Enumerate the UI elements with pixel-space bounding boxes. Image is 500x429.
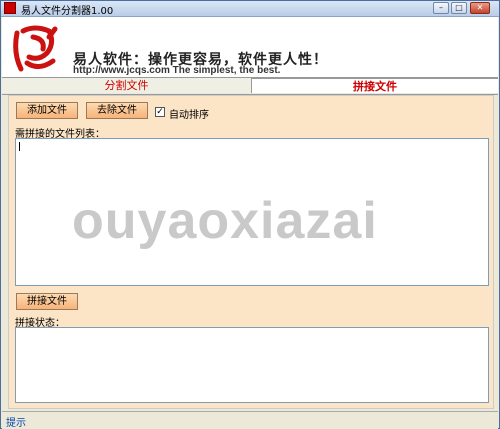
status-hint: 提示 bbox=[6, 418, 26, 429]
company-logo-icon bbox=[9, 23, 59, 73]
join-status-box[interactable] bbox=[15, 327, 489, 403]
maximize-button[interactable]: □ bbox=[451, 2, 467, 14]
tab-split[interactable]: 分割文件 bbox=[2, 78, 252, 93]
autosort-label: 自动排序 bbox=[169, 110, 209, 121]
join-file-button[interactable]: 拼接文件 bbox=[16, 293, 78, 310]
app-icon bbox=[4, 2, 16, 14]
autosort-checkbox[interactable]: ✓ bbox=[155, 107, 165, 117]
text-caret bbox=[19, 142, 20, 151]
remove-file-button[interactable]: 去除文件 bbox=[86, 102, 148, 119]
title-bar[interactable]: 易人文件分割器1.00 – □ ✕ bbox=[1, 1, 499, 17]
add-file-button[interactable]: 添加文件 bbox=[16, 102, 78, 119]
watermark-text: ouyaoxiazai bbox=[72, 192, 378, 250]
banner-url: http://www.jcqs.com The simplest, the be… bbox=[73, 65, 281, 76]
window-title: 易人文件分割器1.00 bbox=[21, 6, 114, 17]
minimize-button[interactable]: – bbox=[433, 2, 449, 14]
status-bar: 提示 bbox=[2, 411, 498, 429]
tab-join[interactable]: 拼接文件 bbox=[252, 78, 498, 93]
app-window: 易人文件分割器1.00 – □ ✕ 易人软件：操作更容易，软件更人性！ http… bbox=[0, 0, 500, 429]
join-panel: 添加文件 去除文件 ✓ 自动排序 需拼接的文件列表： 拼接文件 拼接状态： bbox=[8, 95, 494, 409]
tab-strip: 分割文件 拼接文件 bbox=[2, 78, 498, 95]
close-button[interactable]: ✕ bbox=[470, 2, 490, 14]
